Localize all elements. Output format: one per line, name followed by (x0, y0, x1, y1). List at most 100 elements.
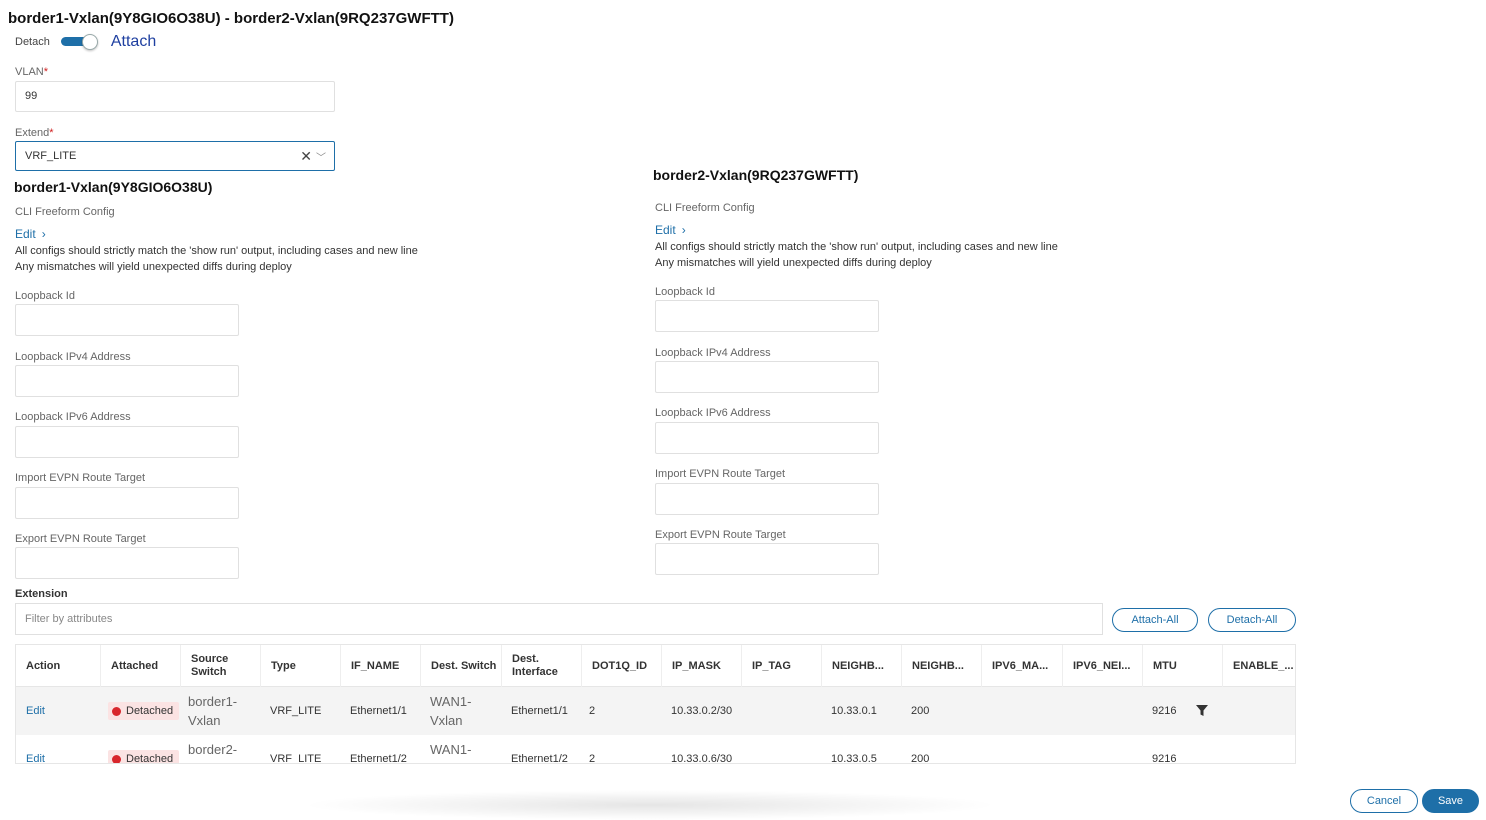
attach-label: Attach (110, 33, 157, 50)
column-header[interactable]: Attached (100, 645, 180, 687)
switch2-import-rt-label: Import EVPN Route Target (655, 468, 786, 480)
vlan-input[interactable]: 99 (15, 81, 335, 112)
filter-input[interactable]: Filter by attributes (15, 603, 1103, 635)
ip-tag-cell (741, 735, 751, 763)
switch1-loopback-id-label: Loopback Id (15, 290, 75, 302)
if-name-cell: Ethernet1/1 (350, 705, 407, 717)
dot1q-cell: 2 (589, 753, 596, 764)
column-header[interactable]: IPV6_MA... (981, 645, 1062, 687)
switch2-loopback-id-input[interactable] (655, 300, 879, 332)
note-line: Any mismatches will yield unexpected dif… (655, 257, 932, 269)
dest-interface-cell: Ethernet1/1 (511, 705, 568, 717)
switch1-loopback-ipv6-input[interactable] (15, 426, 239, 458)
switch2-loopback-ipv4-label: Loopback IPv4 Address (655, 347, 771, 359)
dest-interface-cell: Ethernet1/2 (511, 753, 568, 764)
edit-link-text: Edit (15, 227, 36, 241)
switch2-import-rt-input[interactable] (655, 483, 879, 515)
column-header[interactable]: Dest. Interface (501, 645, 581, 687)
attach-all-button[interactable]: Attach-All (1112, 608, 1198, 632)
detach-label: Detach (15, 36, 50, 48)
type-cell: VRF_LITE (270, 705, 322, 717)
filter-icon[interactable] (1196, 705, 1208, 717)
extend-label-text: Extend (15, 127, 50, 139)
switch2-loopback-ipv6-input[interactable] (655, 422, 879, 454)
extension-table: Action Attached Source Switch Type IF_NA… (15, 644, 1296, 764)
row-edit-link[interactable]: Edit (16, 687, 45, 735)
status-badge: Detached (108, 702, 180, 720)
type-cell: VRF_LITE (270, 753, 322, 764)
if-name-cell: Ethernet1/2 (350, 753, 407, 764)
note-line: All configs should strictly match the 's… (655, 241, 1058, 253)
note-line: Any mismatches will yield unexpected dif… (15, 261, 292, 273)
detach-all-button[interactable]: Detach-All (1208, 608, 1296, 632)
switch2-export-rt-input[interactable] (655, 543, 879, 575)
extension-heading: Extension (15, 588, 68, 600)
mtu-cell: 9216 (1152, 753, 1177, 764)
switch1-loopback-ipv4-label: Loopback IPv4 Address (15, 351, 131, 363)
switch2-cli-edit-link[interactable]: Edit › (655, 223, 686, 237)
switch1-export-rt-input[interactable] (15, 547, 239, 579)
column-header[interactable]: NEIGHB... (901, 645, 981, 687)
switch1-import-rt-input[interactable] (15, 487, 239, 519)
save-button[interactable]: Save (1422, 789, 1479, 813)
switch2-loopback-ipv6-label: Loopback IPv6 Address (655, 407, 771, 419)
column-header[interactable]: IF_NAME (340, 645, 420, 687)
dest-switch-cell: WAN1- (430, 742, 472, 757)
column-header[interactable]: NEIGHB... (821, 645, 901, 687)
vlan-label: VLAN* (15, 66, 48, 78)
column-header[interactable]: IPV6_NEI... (1062, 645, 1142, 687)
switch1-note: All configs should strictly match the 's… (15, 243, 418, 275)
switch2-loopback-id-label: Loopback Id (655, 286, 715, 298)
edit-link-text: Edit (655, 223, 676, 237)
enable-cell (1222, 687, 1232, 735)
attached-cell: Detached (100, 735, 180, 763)
status-badge: Detached (108, 750, 180, 763)
clear-icon[interactable]: ✕ (300, 148, 312, 165)
ipv6-neighbor-cell (1062, 687, 1072, 735)
cancel-button[interactable]: Cancel (1350, 789, 1418, 813)
table-row: Edit Detached border2- VRF_LITE Ethernet… (16, 735, 1295, 764)
column-header[interactable]: IP_TAG (741, 645, 821, 687)
switch1-import-rt-label: Import EVPN Route Target (15, 472, 146, 484)
enable-cell (1222, 735, 1232, 763)
extend-select[interactable]: VRF_LITE ✕ ﹀ (15, 141, 335, 171)
attached-cell: Detached (100, 687, 180, 735)
switch1-cli-label: CLI Freeform Config (15, 206, 115, 218)
neighbor-asn-cell: 200 (911, 753, 930, 764)
column-header[interactable]: Action (16, 645, 100, 687)
column-header[interactable]: ENABLE_... (1222, 645, 1295, 687)
ip-tag-cell (741, 687, 751, 735)
column-header[interactable]: Dest. Switch (420, 645, 501, 687)
switch1-cli-edit-link[interactable]: Edit › (15, 227, 46, 241)
ip-mask-cell: 10.33.0.6/30 (671, 753, 733, 764)
chevron-down-icon[interactable]: ﹀ (316, 149, 326, 164)
row-edit-link[interactable]: Edit (16, 735, 45, 763)
attach-toggle-row: Detach Attach (15, 33, 156, 51)
column-header[interactable]: Source Switch (180, 645, 260, 687)
ip-mask-cell: 10.33.0.2/30 (671, 705, 733, 717)
switch2-loopback-ipv4-input[interactable] (655, 361, 879, 393)
column-header[interactable]: IP_MASK (661, 645, 741, 687)
switch2-title: border2-Vxlan(9RQ237GWFTT) (653, 167, 859, 183)
column-header[interactable]: DOT1Q_ID (581, 645, 661, 687)
switch1-loopback-id-input[interactable] (15, 304, 239, 336)
column-header[interactable]: MTU (1142, 645, 1222, 687)
ipv6-mask-cell (981, 687, 991, 735)
required-marker: * (43, 66, 49, 78)
switch1-title: border1-Vxlan(9Y8GIO6O38U) (14, 179, 213, 195)
switch2-export-rt-label: Export EVPN Route Target (655, 529, 786, 541)
filter-placeholder: Filter by attributes (25, 613, 113, 625)
extend-label: Extend* (15, 127, 54, 139)
dot1q-cell: 2 (589, 705, 596, 717)
switch2-cli-label: CLI Freeform Config (655, 202, 755, 214)
required-marker: * (49, 127, 54, 139)
switch1-loopback-ipv6-label: Loopback IPv6 Address (15, 411, 131, 423)
switch1-loopback-ipv4-input[interactable] (15, 365, 239, 397)
note-line: All configs should strictly match the 's… (15, 245, 418, 257)
dest-switch-cell: WAN1-Vxlan (430, 694, 472, 728)
attach-toggle[interactable] (60, 34, 99, 50)
switch2-note: All configs should strictly match the 's… (655, 239, 1058, 271)
column-header[interactable]: Type (260, 645, 340, 687)
mtu-cell: 9216 (1152, 705, 1177, 717)
switch1-export-rt-label: Export EVPN Route Target (15, 533, 146, 545)
